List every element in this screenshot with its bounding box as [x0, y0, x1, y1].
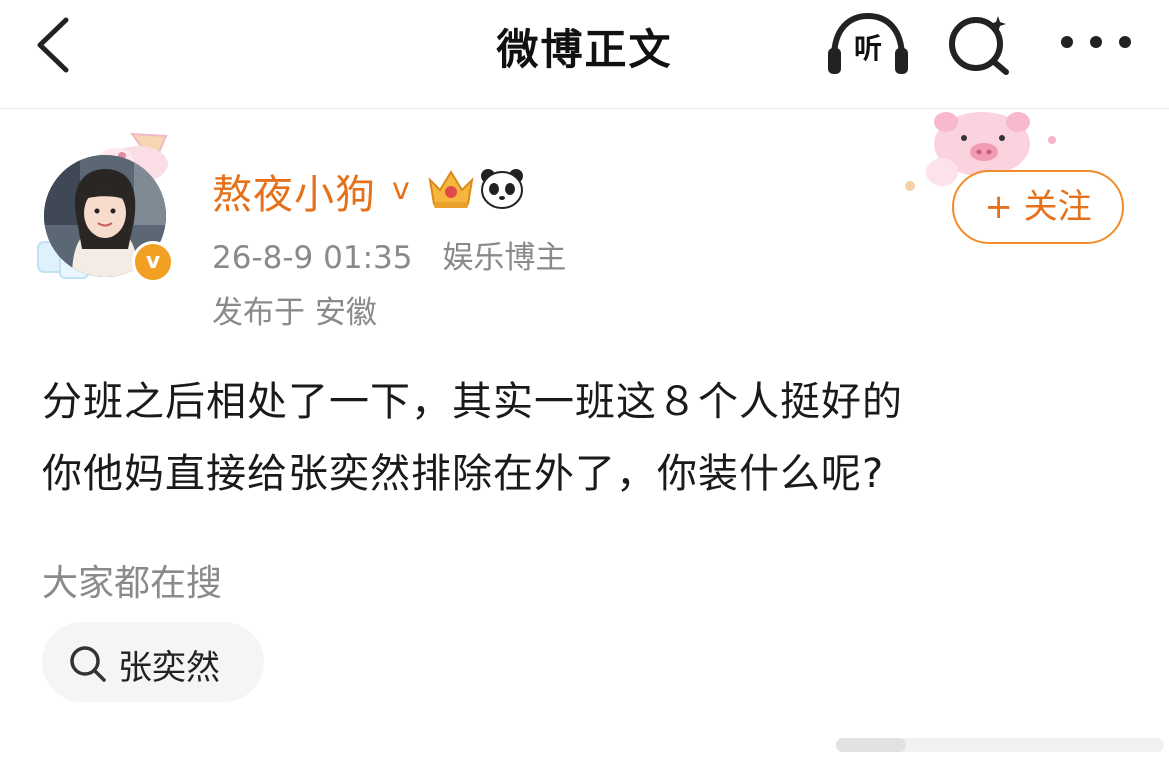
follow-button[interactable]: + 关注	[952, 170, 1124, 244]
search-button[interactable]	[944, 12, 1016, 76]
hot-search-tag-label: 张奕然	[118, 648, 220, 688]
author-avatar-frame[interactable]: v	[36, 130, 176, 290]
more-options-button[interactable]	[1058, 24, 1134, 60]
post-timestamp: 26-8-9 01:35	[212, 240, 413, 276]
crown-icon	[428, 170, 474, 208]
listen-label: 听	[853, 32, 882, 65]
scroll-indicator	[836, 738, 1164, 752]
author-name[interactable]: 熬夜小狗	[212, 162, 376, 220]
search-icon	[949, 16, 1009, 75]
vip-mark: v	[392, 172, 410, 207]
post-meta: 26-8-9 01:35 娱乐博主	[212, 232, 566, 277]
more-dots-icon	[1061, 36, 1131, 48]
author-tag: 娱乐博主	[442, 240, 567, 276]
post-location: 发布于 安徽	[212, 295, 377, 331]
verified-badge: v	[132, 241, 174, 283]
post-body-line: 分班之后相处了一下，其实一班这８个人挺好的	[42, 379, 903, 425]
post-body-line: 你他妈直接给张奕然排除在外了，你装什么呢?	[42, 451, 885, 497]
top-nav-bar: 微博正文 听	[0, 0, 1169, 109]
hot-search-title: 大家都在搜	[42, 563, 223, 604]
panda-icon	[481, 169, 523, 209]
post-body: 分班之后相处了一下，其实一班这８个人挺好的 你他妈直接给张奕然排除在外了，你装什…	[42, 366, 1132, 510]
listen-button[interactable]: 听	[826, 10, 910, 76]
hot-search-tag[interactable]: 张奕然	[42, 622, 264, 702]
search-icon	[70, 646, 106, 682]
